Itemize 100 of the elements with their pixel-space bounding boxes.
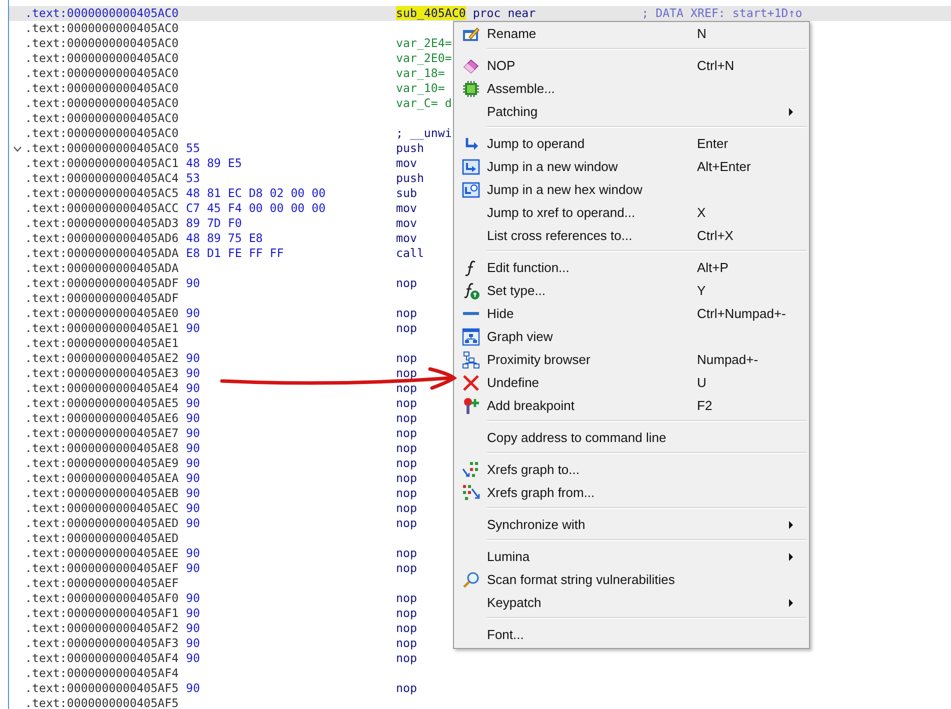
bytes-text: C7 45 F4 00 00 00 00	[186, 201, 326, 215]
menu-item[interactable]: Jump in a new window	[487, 159, 697, 174]
address-text: .text:0000000000405AED	[25, 516, 179, 530]
fold-chevron-icon[interactable]	[12, 146, 22, 152]
address-text: .text:0000000000405AF5	[25, 681, 179, 695]
mnemonic-text: push	[396, 141, 424, 155]
address-text: .text:0000000000405AE6	[25, 411, 179, 425]
menu-item[interactable]: Edit function...	[487, 260, 697, 275]
bytes-text: 90	[186, 636, 200, 650]
menu-item[interactable]: Xrefs graph from...	[487, 485, 697, 500]
mnemonic-text: sub	[396, 186, 417, 200]
menu-item[interactable]: Lumina	[487, 549, 697, 564]
address-text: .text:0000000000405AD6	[25, 231, 179, 245]
search-icon	[462, 570, 480, 588]
function-name: sub_405AC0	[396, 6, 466, 20]
bytes-text: 90	[186, 621, 200, 635]
menu-item[interactable]: Jump to xref to operand...	[487, 205, 697, 220]
menu-item[interactable]: Rename	[487, 26, 697, 41]
bytes-text: 90	[186, 546, 200, 560]
bytes-text: 90	[186, 366, 200, 380]
address-text: .text:0000000000405AE1	[25, 336, 179, 350]
address-text: .text:0000000000405AF4	[25, 666, 179, 680]
bytes-text: 90	[186, 306, 200, 320]
shortcut-label: Numpad+-	[697, 352, 758, 367]
bytes-text: 55	[186, 141, 200, 155]
shortcut-label: Ctrl+X	[697, 228, 734, 243]
menu-item[interactable]: Xrefs graph to...	[487, 462, 697, 477]
address-text: .text:0000000000405AF5	[25, 696, 179, 709]
address-text: .text:0000000000405AD3	[25, 216, 179, 230]
bytes-text: 90	[186, 501, 200, 515]
menu-item[interactable]: Proximity browser	[487, 352, 697, 367]
address-text: .text:0000000000405AF1	[25, 606, 179, 620]
shortcut-label: X	[697, 205, 706, 220]
address-text: .text:0000000000405ADA	[25, 261, 179, 275]
chip-icon	[462, 80, 480, 98]
address-text: .text:0000000000405AF0	[25, 591, 179, 605]
shortcut-label: Ctrl+N	[697, 58, 734, 73]
minus-icon	[462, 312, 480, 315]
variable-text: var_18=	[396, 66, 445, 80]
shortcut-label: Y	[697, 283, 706, 298]
mnemonic-text: mov	[396, 231, 417, 245]
address-text: .text:0000000000405ACC	[25, 201, 179, 215]
bytes-text: 48 89 E5	[186, 156, 242, 170]
mnemonic-text: nop	[396, 636, 417, 650]
menu-item[interactable]: Copy address to command line	[487, 430, 697, 445]
address-text: .text:0000000000405AEC	[25, 501, 179, 515]
bytes-text: 90	[186, 381, 200, 395]
menu-item[interactable]: Synchronize with	[487, 517, 697, 532]
menu-item[interactable]: Graph view	[487, 329, 697, 344]
function-type-icon	[462, 282, 480, 300]
menu-item[interactable]: Jump in a new hex window	[487, 182, 697, 197]
mnemonic-text: nop	[396, 516, 417, 530]
mnemonic-text: nop	[396, 426, 417, 440]
address-text: .text:0000000000405AC0	[25, 66, 179, 80]
bytes-text: 90	[186, 606, 200, 620]
bytes-text: 90	[186, 456, 200, 470]
address-text: .text:0000000000405AF3	[25, 636, 179, 650]
menu-item[interactable]: Patching	[487, 104, 697, 119]
cross-icon	[462, 374, 480, 392]
shortcut-label: Enter	[697, 136, 728, 151]
menu-item[interactable]: Jump to operand	[487, 136, 697, 151]
mnemonic-text: nop	[396, 456, 417, 470]
mnemonic-text: nop	[396, 681, 417, 695]
menu-item[interactable]: Assemble...	[487, 81, 697, 96]
mnemonic-text: nop	[396, 276, 417, 290]
shortcut-label: Alt+Enter	[697, 159, 751, 174]
menu-item[interactable]: Set type...	[487, 283, 697, 298]
address-text: .text:0000000000405AC0	[25, 141, 179, 155]
bytes-text: 90	[186, 651, 200, 665]
variable-text: var_2E4=	[396, 36, 452, 50]
address-text: .text:0000000000405AE2	[25, 351, 179, 365]
menu-item[interactable]: Font...	[487, 627, 697, 642]
menu-item[interactable]: Undefine	[487, 375, 697, 390]
address-text: .text:0000000000405AE8	[25, 441, 179, 455]
menu-item[interactable]: Add breakpoint	[487, 398, 697, 413]
bytes-text: 90	[186, 471, 200, 485]
bytes-text: 90	[186, 351, 200, 365]
xref-graph-icon	[462, 484, 480, 502]
address-text: .text:0000000000405AC0	[25, 96, 179, 110]
address-text: .text:0000000000405AE5	[25, 396, 179, 410]
mnemonic-text: nop	[396, 306, 417, 320]
bytes-text: 90	[186, 321, 200, 335]
menu-item[interactable]: Keypatch	[487, 595, 697, 610]
address-text: .text:0000000000405AEE	[25, 546, 179, 560]
menu-item[interactable]: NOP	[487, 58, 697, 73]
xref-graph-icon	[462, 460, 480, 478]
mnemonic-text: nop	[396, 651, 417, 665]
mnemonic-text: nop	[396, 321, 417, 335]
shortcut-label: Alt+P	[697, 260, 728, 275]
mnemonic-text: nop	[396, 396, 417, 410]
menu-item[interactable]: List cross references to...	[487, 228, 697, 243]
menu-item[interactable]: Hide	[487, 306, 697, 321]
comment-text: ; __unwi	[396, 126, 452, 140]
address-text: .text:0000000000405AC4	[25, 171, 179, 185]
bytes-text: 48 81 EC D8 02 00 00	[186, 186, 326, 200]
address-text: .text:0000000000405ADF	[25, 276, 179, 290]
menu-item[interactable]: Scan format string vulnerabilities	[487, 572, 697, 587]
mnemonic-text: nop	[396, 561, 417, 575]
mnemonic-text: nop	[396, 351, 417, 365]
bytes-text: 90	[186, 276, 200, 290]
